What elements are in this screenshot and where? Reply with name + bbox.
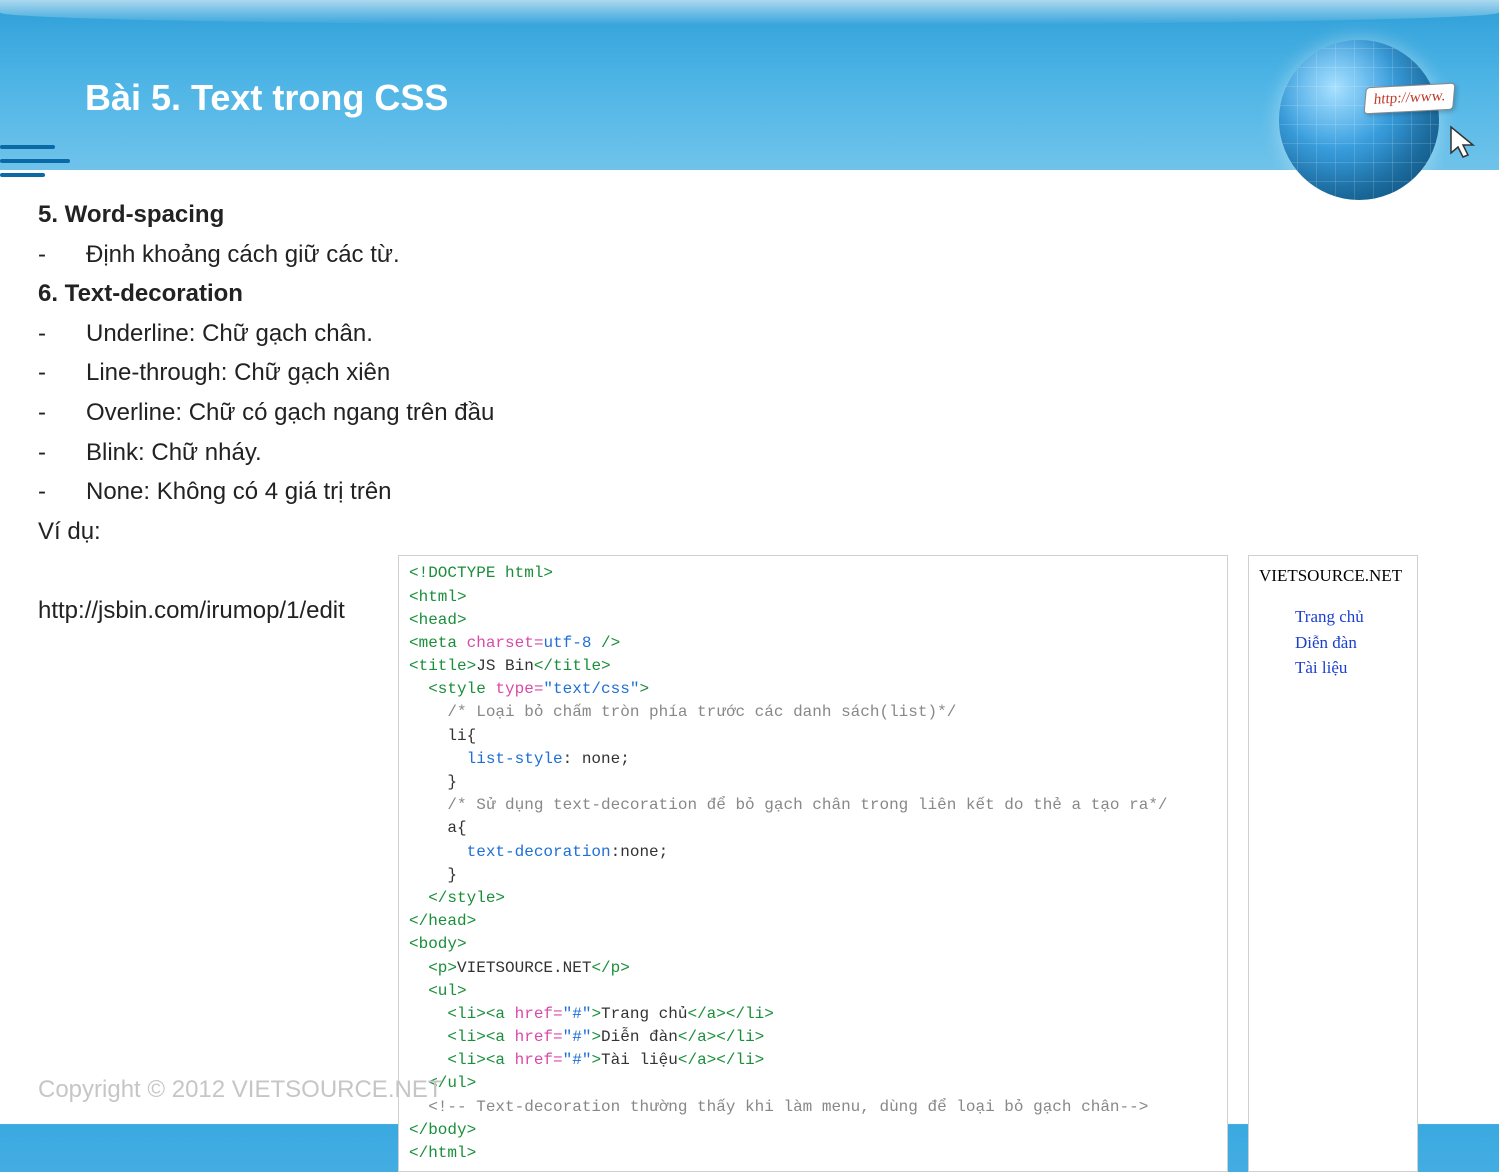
- section-6-heading: 6. Text-decoration: [38, 274, 1461, 314]
- bullet-dash: -: [38, 353, 86, 393]
- slide-content: 5. Word-spacing -Định khoảng cách giữ cá…: [38, 195, 1461, 1064]
- sec6-item: Line-through: Chữ gạch xiên: [86, 353, 1461, 393]
- example-label: Ví dụ:: [38, 512, 1461, 552]
- preview-site-name: VIETSOURCE.NET: [1259, 562, 1407, 590]
- globe-icon: [1279, 40, 1439, 200]
- sec6-item: Overline: Chữ có gạch ngang trên đầu: [86, 393, 1461, 433]
- preview-link[interactable]: Trang chủ: [1295, 604, 1407, 630]
- bullet-dash: -: [38, 433, 86, 473]
- bullet-dash: -: [38, 235, 86, 275]
- bullet-dash: -: [38, 314, 86, 354]
- sec6-item: Blink: Chữ nháy.: [86, 433, 1461, 473]
- footer-copyright: Copyright © 2012 VIETSOURCE.NET: [38, 1076, 442, 1104]
- bullet-dash: -: [38, 472, 86, 512]
- bullet-dash: -: [38, 393, 86, 433]
- preview-panel: VIETSOURCE.NET Trang chủ Diễn đàn Tài li…: [1248, 555, 1418, 1172]
- code-panel: <!DOCTYPE html> <html> <head> <meta char…: [398, 555, 1228, 1172]
- sec6-item: Underline: Chữ gạch chân.: [86, 314, 1461, 354]
- decorative-lines: [0, 145, 55, 187]
- preview-link[interactable]: Tài liệu: [1295, 655, 1407, 681]
- page-title: Bài 5. Text trong CSS: [85, 77, 448, 119]
- section-5-heading: 5. Word-spacing: [38, 195, 1461, 235]
- example-url: http://jsbin.com/irumop/1/edit: [38, 591, 378, 631]
- preview-link[interactable]: Diễn đàn: [1295, 630, 1407, 656]
- sec6-item: None: Không có 4 giá trị trên: [86, 472, 1461, 512]
- www-label: http://www.: [1363, 83, 1455, 115]
- sec5-item: Định khoảng cách giữ các từ.: [86, 235, 1461, 275]
- globe-graphic: http://www.: [1259, 20, 1459, 220]
